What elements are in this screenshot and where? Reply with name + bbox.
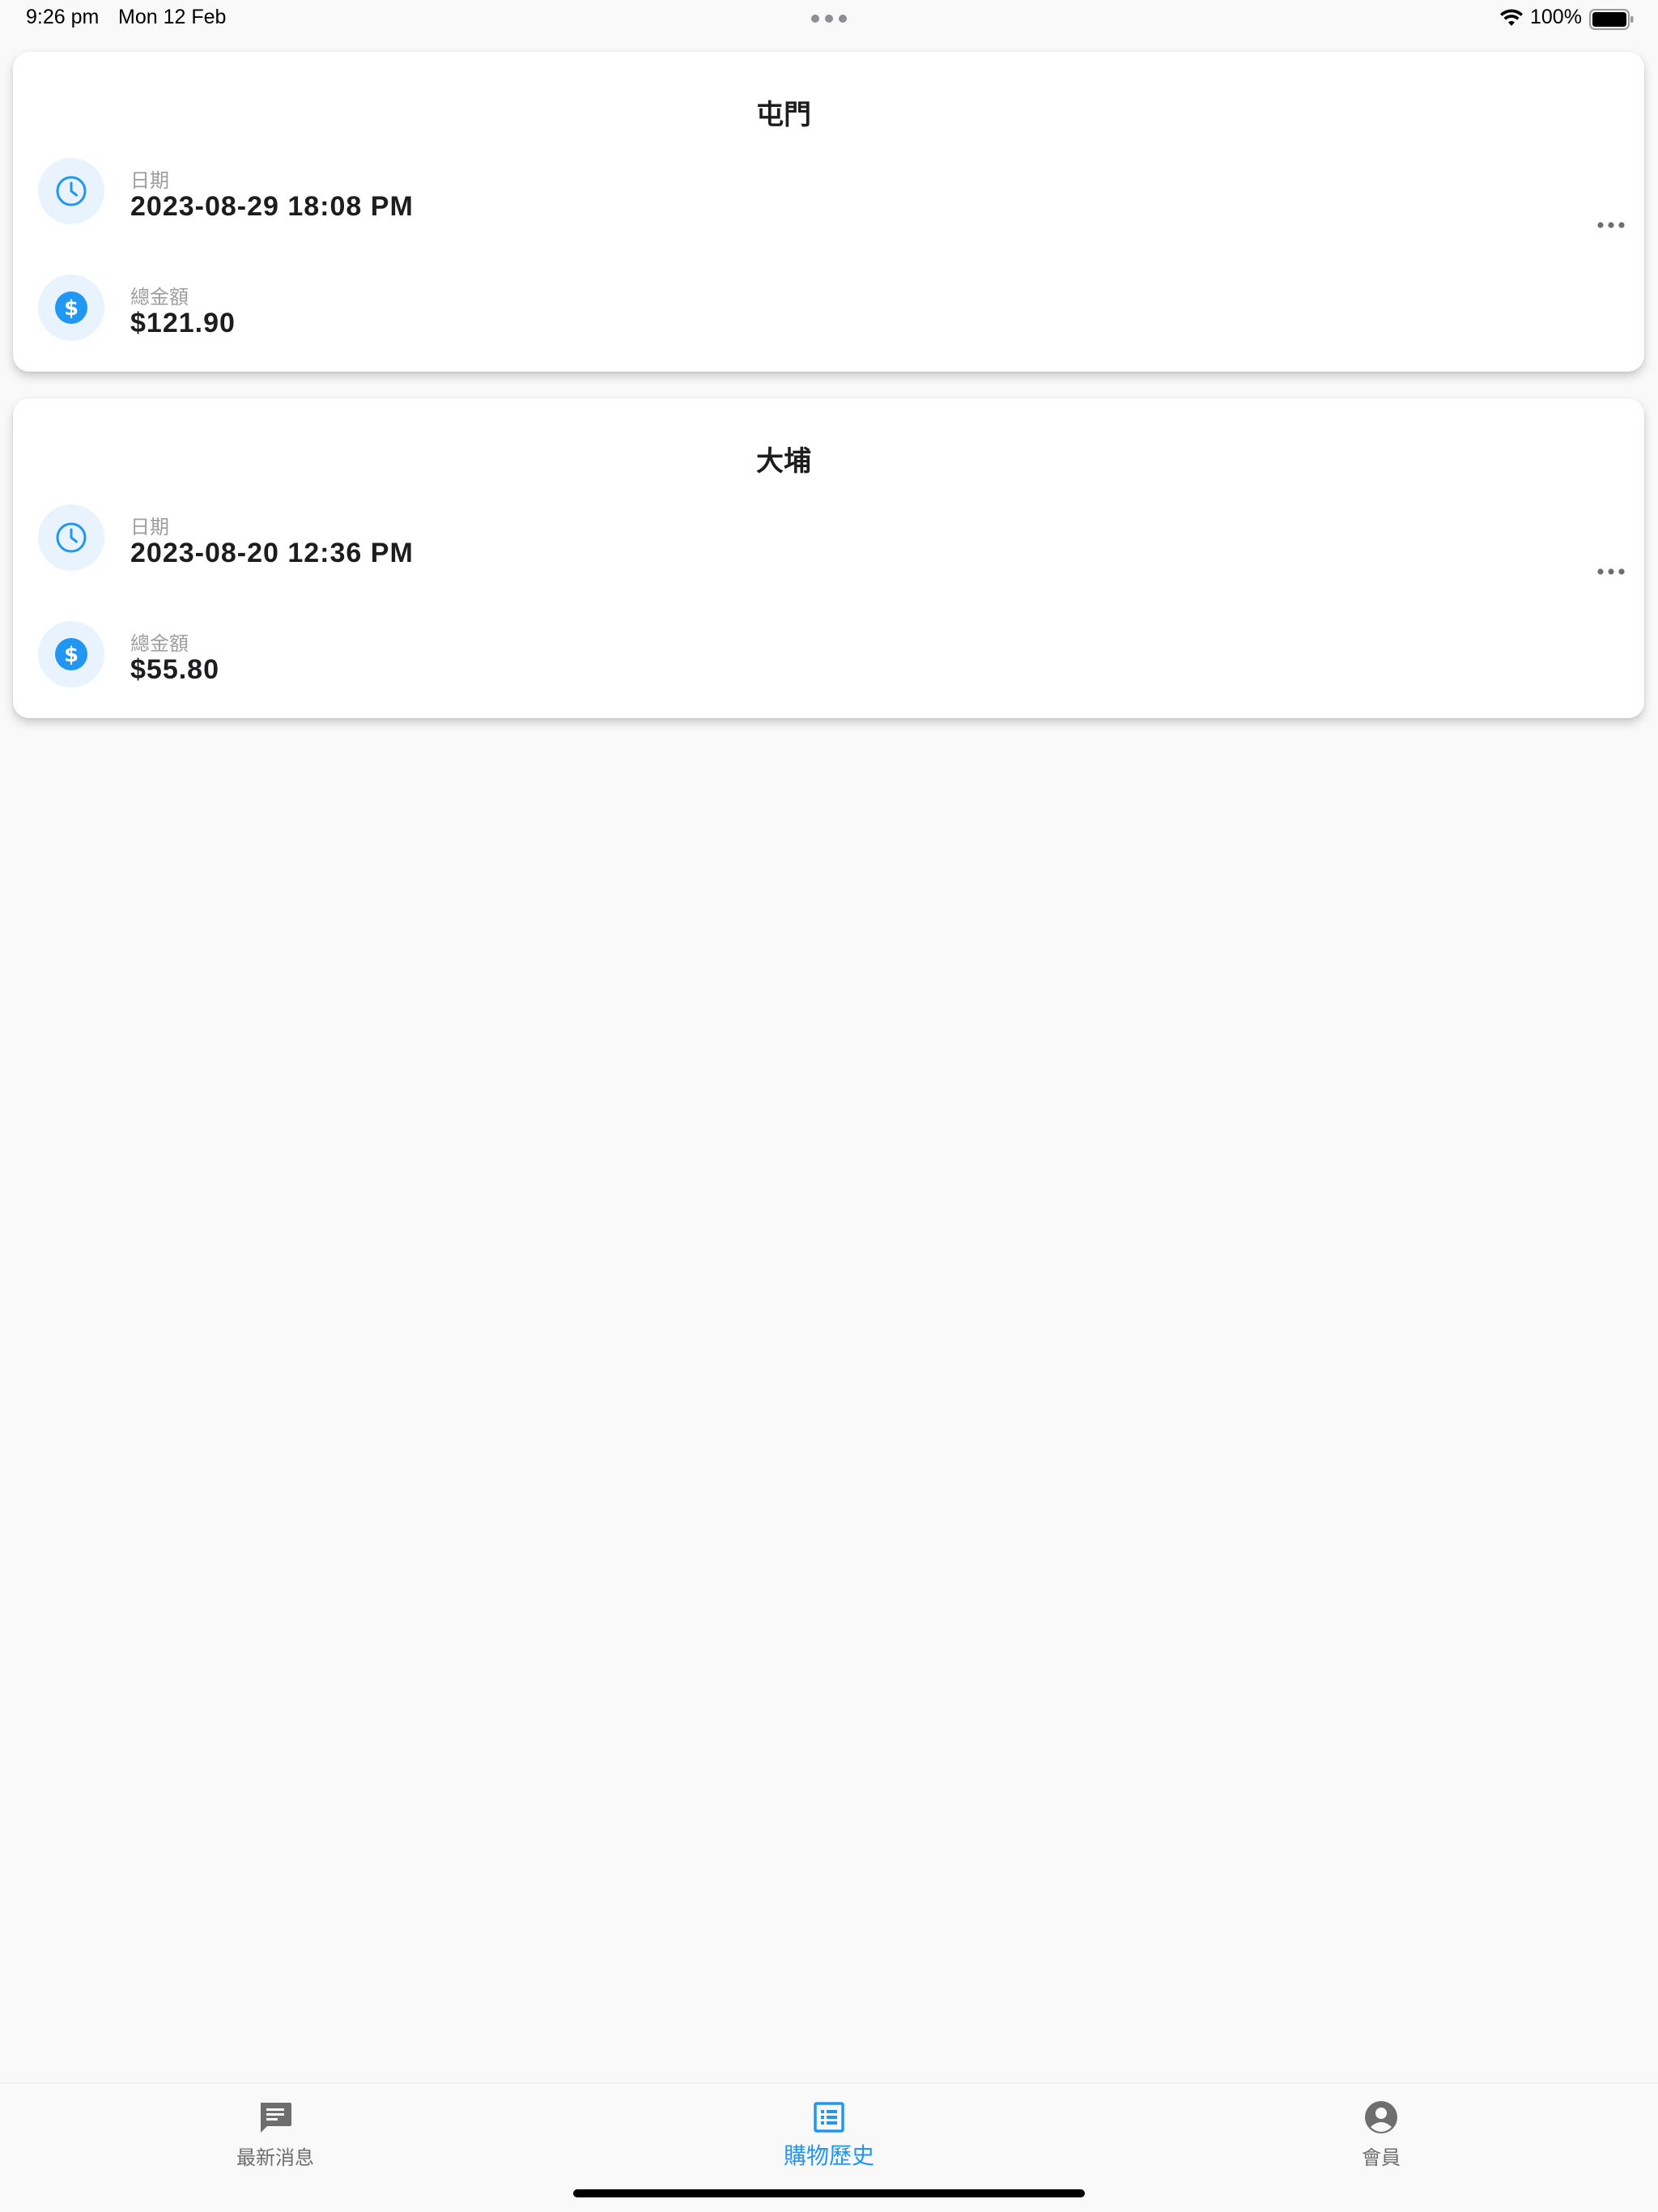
tab-label: 會員	[1362, 2147, 1401, 2169]
multitasking-dots-icon[interactable]	[811, 15, 847, 23]
purchase-card[interactable]: 屯門 日期 2023-08-29 18:08 PM $ 總金額 $121.90	[13, 52, 1644, 372]
wifi-icon	[1500, 9, 1523, 26]
more-options-button[interactable]	[1585, 209, 1637, 241]
more-horizontal-icon	[1597, 568, 1625, 575]
screen: 9:26 pm Mon 12 Feb 100% 屯門 日期 2023-08-29…	[0, 0, 1658, 2212]
clock-icon	[38, 158, 104, 224]
clock-icon	[38, 504, 104, 571]
list-icon	[814, 2102, 844, 2133]
dollar-icon: $	[38, 274, 104, 341]
svg-text:$: $	[64, 296, 79, 321]
amount-value: $55.80	[130, 654, 219, 685]
tab-label: 購物歷史	[783, 2143, 874, 2168]
amount-label: 總金額	[130, 633, 189, 655]
tab-label: 最新消息	[236, 2147, 314, 2169]
tab-purchase-history[interactable]: 購物歷史	[724, 2099, 934, 2180]
amount-label: 總金額	[130, 287, 189, 308]
svg-text:$: $	[64, 643, 79, 667]
status-time: 9:26 pm	[26, 6, 100, 28]
tab-member[interactable]: 會員	[1276, 2099, 1486, 2180]
status-date: Mon 12 Feb	[118, 6, 227, 28]
date-value: 2023-08-20 12:36 PM	[130, 538, 414, 568]
tab-latest-news[interactable]: 最新消息	[170, 2099, 380, 2180]
account-icon	[1365, 2101, 1397, 2133]
status-bar: 9:26 pm Mon 12 Feb 100%	[0, 0, 1658, 39]
dollar-icon: $	[38, 621, 104, 687]
date-label: 日期	[130, 517, 169, 538]
more-options-button[interactable]	[1585, 555, 1637, 588]
battery-icon	[1589, 9, 1634, 30]
date-value: 2023-08-29 18:08 PM	[130, 191, 414, 222]
purchase-card[interactable]: 大埔 日期 2023-08-20 12:36 PM $ 總金額 $55.80	[13, 398, 1644, 718]
message-icon	[261, 2103, 291, 2133]
amount-value: $121.90	[130, 308, 236, 338]
store-name: 屯門	[756, 100, 811, 130]
date-label: 日期	[130, 170, 169, 192]
more-horizontal-icon	[1597, 222, 1625, 228]
home-indicator[interactable]	[573, 2189, 1085, 2197]
battery-percentage: 100%	[1530, 6, 1582, 28]
store-name: 大埔	[756, 446, 811, 477]
